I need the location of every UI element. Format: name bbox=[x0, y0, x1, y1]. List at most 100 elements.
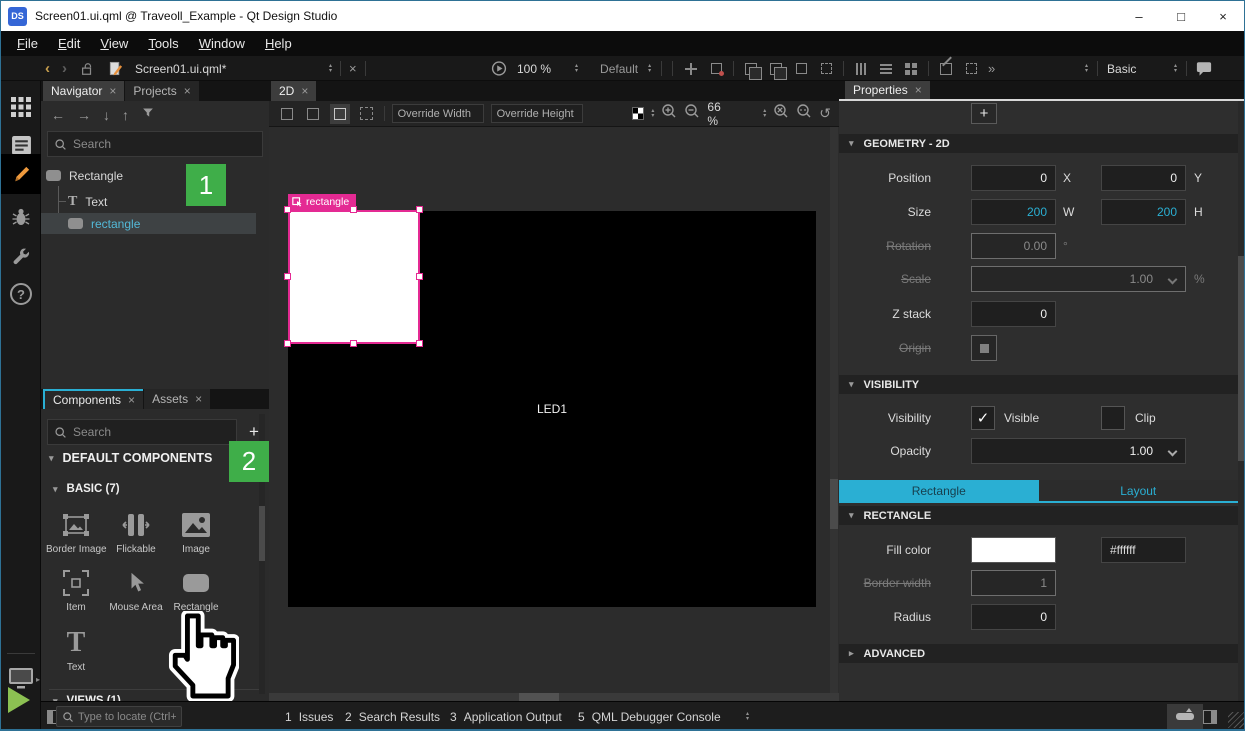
show-bounds-icon[interactable] bbox=[304, 104, 324, 124]
resize-handle-nw[interactable] bbox=[284, 206, 291, 213]
tab-layout-properties[interactable]: Layout bbox=[1039, 480, 1239, 501]
navigator-search[interactable] bbox=[47, 131, 263, 157]
section-advanced[interactable]: ▸ ADVANCED bbox=[839, 644, 1238, 663]
resize-handle-s[interactable] bbox=[350, 340, 357, 347]
locator[interactable] bbox=[56, 706, 182, 727]
style-selector[interactable]: Default bbox=[600, 62, 638, 76]
expand-caret-icon[interactable]: ▸ bbox=[849, 648, 854, 659]
radius-input[interactable] bbox=[971, 604, 1056, 630]
clip-area-icon[interactable] bbox=[357, 104, 377, 124]
add-property-button[interactable]: + bbox=[971, 103, 997, 124]
form-text-led1[interactable]: LED1 bbox=[288, 402, 816, 416]
section-visibility[interactable]: ▾ VISIBILITY bbox=[839, 375, 1238, 394]
paste-formatting-icon[interactable] bbox=[768, 61, 784, 77]
tab-rectangle-properties[interactable]: Rectangle bbox=[839, 480, 1039, 501]
filter-icon[interactable] bbox=[141, 106, 155, 124]
component-flickable[interactable]: Flickable bbox=[106, 509, 166, 555]
tab-navigator[interactable]: Navigator× bbox=[43, 81, 124, 101]
scale-input[interactable] bbox=[971, 266, 1186, 292]
close-tab-icon[interactable]: × bbox=[128, 393, 135, 407]
tab-projects[interactable]: Projects× bbox=[125, 81, 198, 101]
component-rectangle[interactable]: Rectangle bbox=[166, 567, 226, 613]
section-rectangle[interactable]: ▾ RECTANGLE bbox=[839, 506, 1238, 525]
kit-selector[interactable]: Basic bbox=[1107, 62, 1165, 76]
annotation-icon[interactable] bbox=[938, 61, 954, 77]
component-image[interactable]: Image bbox=[166, 509, 226, 555]
tree-item-rectangle-selected[interactable]: rectangle bbox=[41, 213, 256, 234]
collapse-caret-icon[interactable]: ▾ bbox=[49, 453, 54, 464]
help-mode-icon[interactable]: ? bbox=[1, 276, 41, 312]
canvas-horizontal-scrollbar[interactable] bbox=[519, 693, 559, 701]
zoom-fit-icon[interactable] bbox=[796, 103, 812, 124]
move-right-icon[interactable]: → bbox=[77, 107, 91, 123]
zoom-stepper-icon[interactable]: ▴▾ bbox=[575, 64, 578, 74]
build-progress-icon[interactable] bbox=[1167, 704, 1203, 729]
components-search[interactable] bbox=[47, 419, 237, 445]
size-height-input[interactable] bbox=[1101, 199, 1186, 225]
menu-window[interactable]: Window bbox=[189, 31, 255, 56]
size-width-input[interactable] bbox=[971, 199, 1056, 225]
close-tab-icon[interactable]: × bbox=[915, 83, 922, 97]
rotation-input[interactable] bbox=[971, 233, 1056, 259]
debug-mode-icon[interactable] bbox=[1, 199, 41, 235]
selection-label[interactable]: rectangle bbox=[288, 194, 356, 210]
section-default-components[interactable]: ▾ DEFAULT COMPONENTS bbox=[49, 451, 212, 465]
selected-rectangle[interactable] bbox=[288, 210, 420, 344]
always-show-bounds-icon[interactable] bbox=[330, 104, 350, 124]
tab-assets[interactable]: Assets× bbox=[144, 389, 210, 409]
welcome-mode-icon[interactable] bbox=[1, 89, 41, 125]
fill-color-swatch[interactable] bbox=[971, 537, 1056, 563]
kit-stepper-icon[interactable]: ▴▾ bbox=[1085, 64, 1088, 74]
design-mode-icon[interactable] bbox=[1, 154, 41, 194]
export-icon[interactable] bbox=[963, 61, 979, 77]
pane-issues[interactable]: 1Issues bbox=[285, 702, 333, 731]
opacity-input[interactable] bbox=[971, 438, 1186, 464]
locator-input[interactable] bbox=[78, 711, 176, 723]
visible-checkbox[interactable]: ✓ bbox=[971, 406, 995, 430]
canvas-vertical-scrollbar[interactable] bbox=[830, 479, 838, 529]
move-up-icon[interactable]: ↑ bbox=[122, 107, 129, 123]
grid-view-icon[interactable] bbox=[903, 61, 919, 77]
style-stepper-icon[interactable]: ▴▾ bbox=[648, 64, 651, 74]
selection-export-icon[interactable] bbox=[708, 61, 724, 77]
position-y-input[interactable] bbox=[1101, 165, 1186, 191]
component-border-image[interactable]: Border Image bbox=[46, 509, 106, 555]
back-button[interactable]: ‹ bbox=[45, 60, 50, 77]
list-view-icon[interactable] bbox=[878, 61, 894, 77]
close-tab-icon[interactable]: × bbox=[184, 84, 191, 98]
background-checker-icon[interactable] bbox=[632, 107, 645, 120]
menu-edit[interactable]: Edit bbox=[48, 31, 90, 56]
menu-tools[interactable]: Tools bbox=[138, 31, 188, 56]
clip-checkbox[interactable] bbox=[1101, 406, 1125, 430]
menu-file[interactable]: File bbox=[7, 31, 48, 56]
open-document-selector[interactable]: Screen01.ui.qml* bbox=[135, 62, 226, 76]
canvas-zoom-stepper-icon[interactable]: ▴▾ bbox=[763, 109, 766, 119]
resize-handle-n[interactable] bbox=[350, 206, 357, 213]
tab-components[interactable]: Components× bbox=[43, 389, 143, 409]
section-basic[interactable]: ▾ BASIC (7) bbox=[53, 483, 120, 495]
override-height-input[interactable] bbox=[491, 104, 583, 123]
zstack-input[interactable] bbox=[971, 301, 1056, 327]
feedback-chat-icon[interactable] bbox=[1196, 61, 1212, 77]
move-down-icon[interactable]: ↓ bbox=[103, 107, 110, 123]
section-geometry-2d[interactable]: ▾ GEOMETRY - 2D bbox=[839, 134, 1238, 153]
components-scrollbar[interactable] bbox=[259, 506, 265, 561]
resize-handle-sw[interactable] bbox=[284, 340, 291, 347]
resize-handle-se[interactable] bbox=[416, 340, 423, 347]
document-stepper-icon[interactable]: ▴▾ bbox=[329, 64, 332, 74]
zoom-in-icon[interactable] bbox=[661, 103, 677, 124]
toolbar-overflow-button[interactable]: » bbox=[988, 61, 995, 76]
kit-stepper-icon-2[interactable]: ▴▾ bbox=[1174, 64, 1177, 74]
close-tab-icon[interactable]: × bbox=[195, 392, 202, 406]
zoom-selection-icon[interactable] bbox=[773, 103, 789, 124]
pane-search-results[interactable]: 2Search Results bbox=[345, 702, 440, 731]
reset-zoom-icon[interactable]: ↺ bbox=[819, 105, 831, 122]
pane-stepper-icon[interactable]: ▴▾ bbox=[746, 702, 749, 731]
forward-button[interactable]: › bbox=[62, 60, 67, 77]
move-left-icon[interactable]: ← bbox=[51, 107, 65, 123]
resize-handle-w[interactable] bbox=[284, 273, 291, 280]
components-search-input[interactable] bbox=[73, 425, 230, 439]
close-button[interactable]: × bbox=[1202, 1, 1244, 31]
reset-view-icon[interactable] bbox=[277, 104, 297, 124]
maximize-button[interactable]: □ bbox=[1160, 1, 1202, 31]
